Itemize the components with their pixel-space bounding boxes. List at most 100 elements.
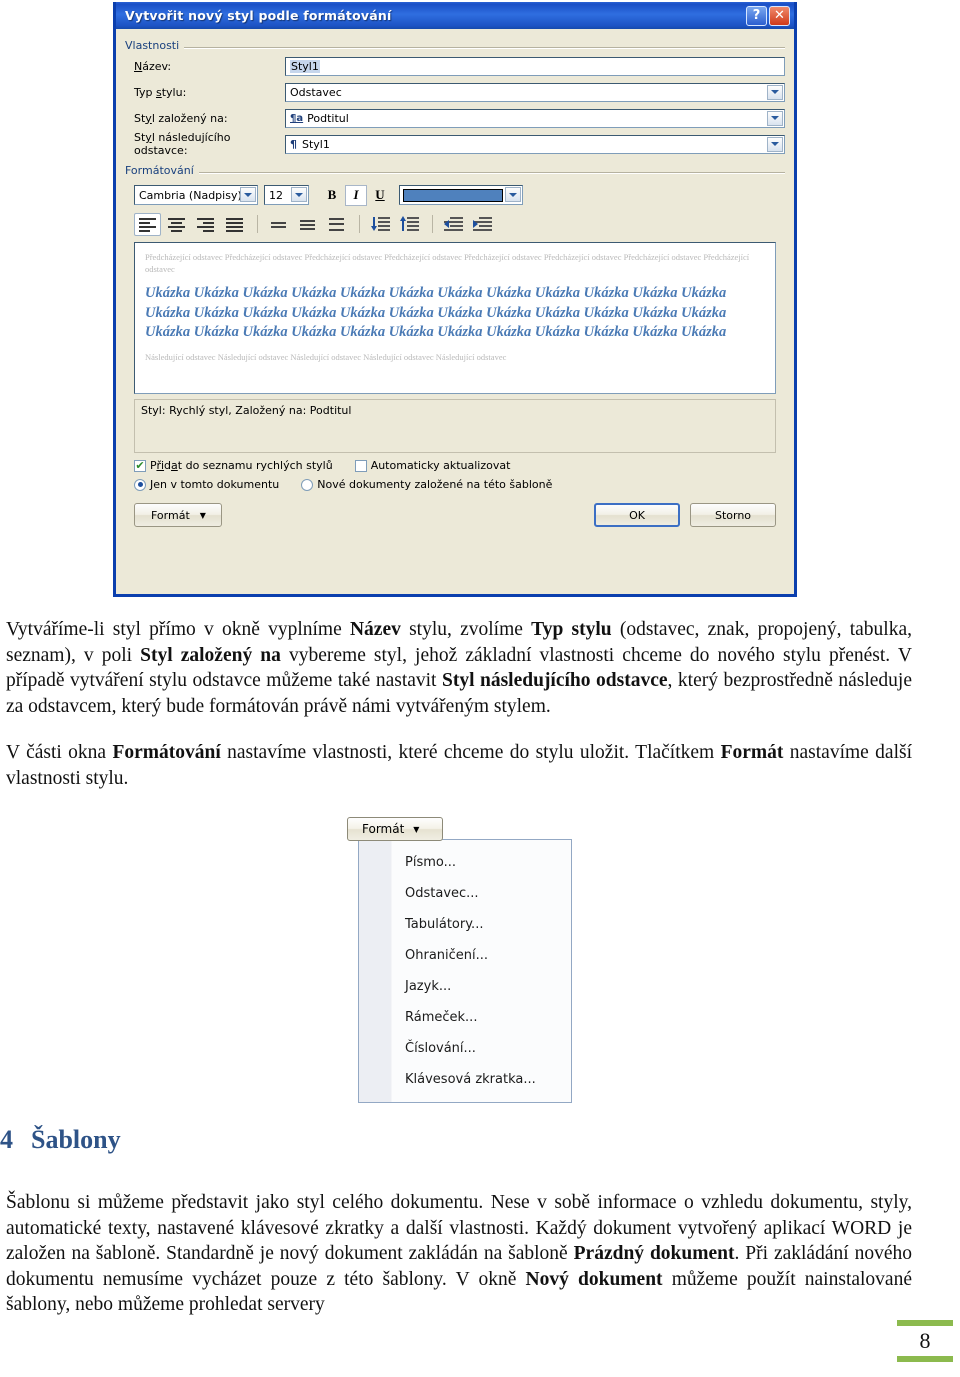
toolbar-separator <box>432 215 433 233</box>
underline-button[interactable]: U <box>369 185 391 206</box>
font-size-value: 12 <box>269 188 283 202</box>
toolbar-separator <box>359 215 360 233</box>
only-this-document-label: Jen v tomto dokumentu <box>150 478 280 491</box>
p3-bold-1: Prázdný dokument <box>573 1243 735 1264</box>
only-this-document-radio[interactable] <box>134 478 146 491</box>
menu-item-label: Klávesová zkratka... <box>405 1072 536 1087</box>
menu-item-label: Rámeček... <box>405 1010 478 1025</box>
align-left-icon[interactable] <box>134 212 161 236</box>
menu-item-label: Odstavec... <box>405 886 479 901</box>
line-spacing-double-icon[interactable] <box>323 213 350 236</box>
ok-button[interactable]: OK <box>594 503 680 527</box>
menu-item-cislovani[interactable]: Číslování... <box>359 1033 571 1064</box>
group-divider <box>125 172 785 174</box>
menu-item-label: Písmo... <box>405 855 457 870</box>
field-row-name: Název: Styl1 <box>125 54 785 78</box>
style-description: Styl: Rychlý styl, Založený na: Podtitul <box>134 399 776 453</box>
dialog-title: Vytvořit nový styl podle formátování <box>125 8 392 23</box>
next-paragraph-label: Styl následujícího odstavce: <box>134 131 231 157</box>
align-justify-icon[interactable] <box>221 213 248 236</box>
increase-space-before-icon[interactable] <box>396 213 423 236</box>
footer-bar-top <box>897 1320 953 1326</box>
font-size-select[interactable]: 12 <box>264 185 309 205</box>
caret-down-icon: ▼ <box>413 824 420 834</box>
dialog-body: Vlastnosti Název: Styl1 Typ stylu: Odsta… <box>116 29 794 594</box>
auto-update-checkbox[interactable] <box>354 459 367 472</box>
format-button[interactable]: Formát ▼ <box>134 503 222 527</box>
field-row-based-on: Styl založený na: ¶a Podtitul <box>125 106 785 130</box>
format-menu-button[interactable]: Formát ▼ <box>347 817 443 841</box>
menu-item-ohraniceni[interactable]: Ohraničení... <box>359 940 571 971</box>
menu-item-label: Ohraničení... <box>405 948 489 963</box>
chevron-down-icon[interactable] <box>767 84 783 100</box>
decrease-indent-icon[interactable] <box>440 213 467 236</box>
line-spacing-single-icon[interactable] <box>265 213 292 236</box>
page-number-footer: 8 <box>897 1320 953 1362</box>
next-paragraph-value: Styl1 <box>302 137 330 151</box>
menu-item-ramecek[interactable]: Rámeček... <box>359 1002 571 1033</box>
field-row-next-paragraph: Styl následujícího odstavce: ¶ Styl1 <box>125 131 785 157</box>
bold-button[interactable]: B <box>321 185 343 206</box>
font-color-swatch <box>403 188 503 202</box>
create-new-style-dialog: Vytvořit nový styl podle formátování ? ✕… <box>113 2 797 597</box>
cancel-button[interactable]: Storno <box>690 503 776 527</box>
preview-sample-text: Ukázka Ukázka Ukázka Ukázka Ukázka Ukázk… <box>145 285 727 340</box>
formatting-group-label: Formátování <box>125 164 199 177</box>
chevron-down-icon[interactable] <box>505 187 521 202</box>
p2-text-2: nastavíme vlastnosti, které chceme do st… <box>220 742 721 763</box>
dialog-button-row: Formát ▼ OK Storno <box>125 503 785 527</box>
pilcrow-icon: ¶ <box>290 137 297 151</box>
paragraph-3: Šablonu si můžeme představit jako styl c… <box>6 1190 912 1318</box>
chevron-down-icon[interactable] <box>767 110 783 126</box>
align-center-icon[interactable] <box>163 213 190 236</box>
heading-number: 4 <box>0 1125 13 1154</box>
style-preview: Předcházející odstavec Předcházející ods… <box>134 242 776 394</box>
font-color-select[interactable] <box>399 185 523 205</box>
chevron-down-icon[interactable] <box>291 187 307 202</box>
line-spacing-1-5-icon[interactable] <box>294 213 321 236</box>
increase-indent-icon[interactable] <box>469 213 496 236</box>
align-right-icon[interactable] <box>192 213 219 236</box>
check-icon: ✔ <box>135 458 145 472</box>
menu-item-label: Číslování... <box>405 1041 476 1056</box>
next-paragraph-select[interactable]: ¶ Styl1 <box>285 134 785 154</box>
p1-bold-4: Styl následujícího odstavce <box>441 670 668 691</box>
group-divider <box>125 47 785 49</box>
p2-bold-1: Formátování <box>112 742 221 763</box>
format-menu-screenshot: Formát ▼ Písmo... Odstavec... Tabulátory… <box>347 817 572 1103</box>
based-on-label: Styl založený na: <box>134 111 228 125</box>
preview-after-text: Následující odstavec Následující odstave… <box>145 351 507 362</box>
paragraph-2: V části okna Formátování nastavíme vlast… <box>6 740 912 791</box>
formatting-group: Formátování <box>125 164 785 177</box>
menu-item-pismo[interactable]: Písmo... <box>359 847 571 878</box>
menu-item-odstavec[interactable]: Odstavec... <box>359 878 571 909</box>
chevron-down-icon[interactable] <box>767 136 783 152</box>
based-on-value: Podtitul <box>307 111 349 125</box>
close-icon[interactable]: ✕ <box>769 5 790 26</box>
style-type-select[interactable]: Odstavec <box>285 82 785 102</box>
based-on-select[interactable]: ¶a Podtitul <box>285 108 785 128</box>
help-icon[interactable]: ? <box>746 5 767 26</box>
toolbar-separator <box>257 215 258 233</box>
decrease-space-before-icon[interactable] <box>367 213 394 236</box>
style-name-value: Styl1 <box>290 59 320 73</box>
menu-item-tabulatory[interactable]: Tabulátory... <box>359 909 571 940</box>
p1-bold-1: Název <box>349 619 401 640</box>
add-to-quick-styles-checkbox[interactable]: ✔ <box>134 458 146 472</box>
name-label: Název: <box>134 59 172 73</box>
p2-text-1: V části okna <box>6 742 113 763</box>
properties-group-label: Vlastnosti <box>125 39 185 52</box>
style-type-value: Odstavec <box>290 85 342 99</box>
style-name-input[interactable]: Styl1 <box>285 56 785 76</box>
section-heading: 4 Šablony <box>0 1125 121 1155</box>
font-family-select[interactable]: Cambria (Nadpisy) <box>134 185 258 205</box>
format-dropdown-menu: Písmo... Odstavec... Tabulátory... Ohran… <box>358 839 572 1103</box>
radio-row: Jen v tomto dokumentu Nové dokumenty zal… <box>125 478 785 491</box>
menu-item-jazyk[interactable]: Jazyk... <box>359 971 571 1002</box>
new-documents-radio[interactable] <box>301 478 314 491</box>
font-toolbar: Cambria (Nadpisy) 12 B I U <box>125 182 785 208</box>
chevron-down-icon[interactable] <box>240 187 256 202</box>
italic-button[interactable]: I <box>345 184 367 206</box>
format-button-label: Formát <box>151 508 190 522</box>
menu-item-klavesova-zkratka[interactable]: Klávesová zkratka... <box>359 1064 571 1095</box>
